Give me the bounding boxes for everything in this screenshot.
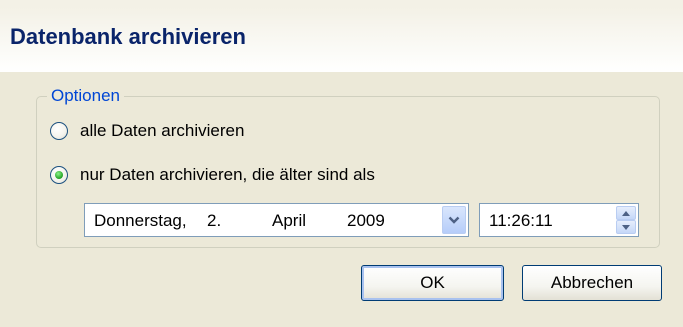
- radio-option-older[interactable]: nur Daten archivieren, die älter sind al…: [50, 165, 375, 185]
- cancel-button[interactable]: Abbrechen: [522, 265, 662, 301]
- caret-down-icon: [622, 224, 630, 230]
- chevron-down-icon: [448, 216, 460, 224]
- time-picker[interactable]: 11:26:11: [479, 203, 639, 237]
- time-spin-up-button[interactable]: [616, 206, 636, 220]
- radio-older-label[interactable]: nur Daten archivieren, die älter sind al…: [80, 165, 375, 185]
- date-picker[interactable]: Donnerstag, 2. April 2009: [84, 203, 469, 237]
- date-weekday[interactable]: Donnerstag,: [94, 211, 187, 231]
- date-dropdown-button[interactable]: [442, 206, 466, 234]
- ok-button[interactable]: OK: [361, 265, 504, 301]
- window-title: Datenbank archivieren: [10, 24, 246, 49]
- radio-all[interactable]: [50, 122, 68, 140]
- radio-older[interactable]: [50, 166, 68, 184]
- radio-all-label[interactable]: alle Daten archivieren: [80, 121, 244, 141]
- date-month[interactable]: April: [272, 211, 306, 231]
- title-bar: Datenbank archivieren: [0, 0, 683, 72]
- date-year[interactable]: 2009: [347, 211, 385, 231]
- options-legend: Optionen: [47, 86, 124, 106]
- date-day[interactable]: 2.: [207, 211, 221, 231]
- time-value[interactable]: 11:26:11: [489, 211, 553, 231]
- time-spin-down-button[interactable]: [616, 220, 636, 234]
- caret-up-icon: [622, 210, 630, 216]
- radio-selected-dot: [55, 171, 63, 179]
- radio-option-all[interactable]: alle Daten archivieren: [50, 121, 244, 141]
